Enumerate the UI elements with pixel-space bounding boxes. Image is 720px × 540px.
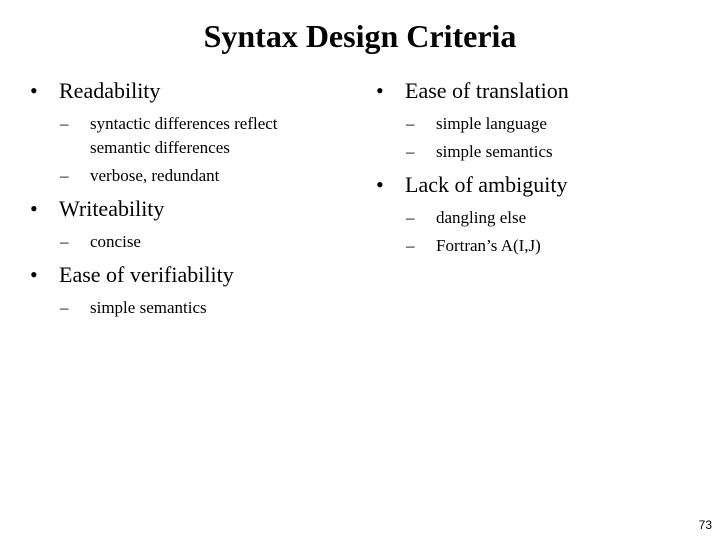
sub-label: simple semantics	[90, 298, 207, 317]
bullet-label: Lack of ambiguity	[405, 172, 568, 197]
dash-icon: –	[60, 114, 69, 133]
bullet-item: • Readability	[30, 76, 350, 106]
sub-item: – dangling else	[376, 206, 696, 230]
bullet-group-translation: • Ease of translation – simple language …	[376, 76, 696, 164]
sub-item: – simple language	[376, 112, 696, 136]
bullet-label: Ease of verifiability	[59, 262, 234, 287]
bullet-item: • Ease of verifiability	[30, 260, 350, 290]
bullet-item: • Writeability	[30, 194, 350, 224]
sub-label: Fortran’s A(I,J)	[436, 236, 541, 255]
sub-label: dangling else	[436, 208, 527, 227]
right-column: • Ease of translation – simple language …	[376, 76, 696, 264]
slide-title: Syntax Design Criteria	[203, 18, 517, 54]
dash-icon: –	[60, 232, 69, 251]
bullet-group-writeability: • Writeability – concise	[30, 194, 350, 254]
sub-label: simple language	[436, 114, 547, 133]
sub-label: simple semantics	[436, 142, 553, 161]
bullet-icon: •	[30, 262, 38, 287]
bullet-label: Readability	[59, 78, 161, 103]
bullet-icon: •	[376, 172, 384, 197]
bullet-label: Writeability	[59, 196, 165, 221]
sub-label: verbose, redundant	[90, 166, 220, 185]
dash-icon: –	[406, 142, 415, 161]
sub-label: concise	[90, 232, 141, 251]
bullet-group-verifiability: • Ease of verifiability – simple semanti…	[30, 260, 350, 320]
bullet-label: Ease of translation	[405, 78, 569, 103]
bullet-icon: •	[30, 78, 38, 103]
dash-icon: –	[60, 166, 69, 185]
dash-icon: –	[406, 114, 415, 133]
sub-label: syntactic differences reflect semantic d…	[90, 114, 278, 157]
bullet-icon: •	[30, 196, 38, 221]
sub-item: – simple semantics	[376, 140, 696, 164]
bullet-group-readability: • Readability – syntactic differences re…	[30, 76, 350, 188]
bullet-icon: •	[376, 78, 384, 103]
page-number: 73	[698, 518, 712, 532]
bullet-group-ambiguity: • Lack of ambiguity – dangling else – Fo…	[376, 170, 696, 258]
bullet-item: • Ease of translation	[376, 76, 696, 106]
bullet-item: • Lack of ambiguity	[376, 170, 696, 200]
sub-item: – concise	[30, 230, 350, 254]
sub-item: – syntactic differences reflect semantic…	[30, 112, 320, 160]
dash-icon: –	[60, 298, 69, 317]
sub-item: – simple semantics	[30, 296, 350, 320]
dash-icon: –	[406, 236, 415, 255]
sub-item: – verbose, redundant	[30, 164, 350, 188]
dash-icon: –	[406, 208, 415, 227]
sub-item: – Fortran’s A(I,J)	[376, 234, 696, 258]
left-column: • Readability – syntactic differences re…	[30, 76, 350, 326]
